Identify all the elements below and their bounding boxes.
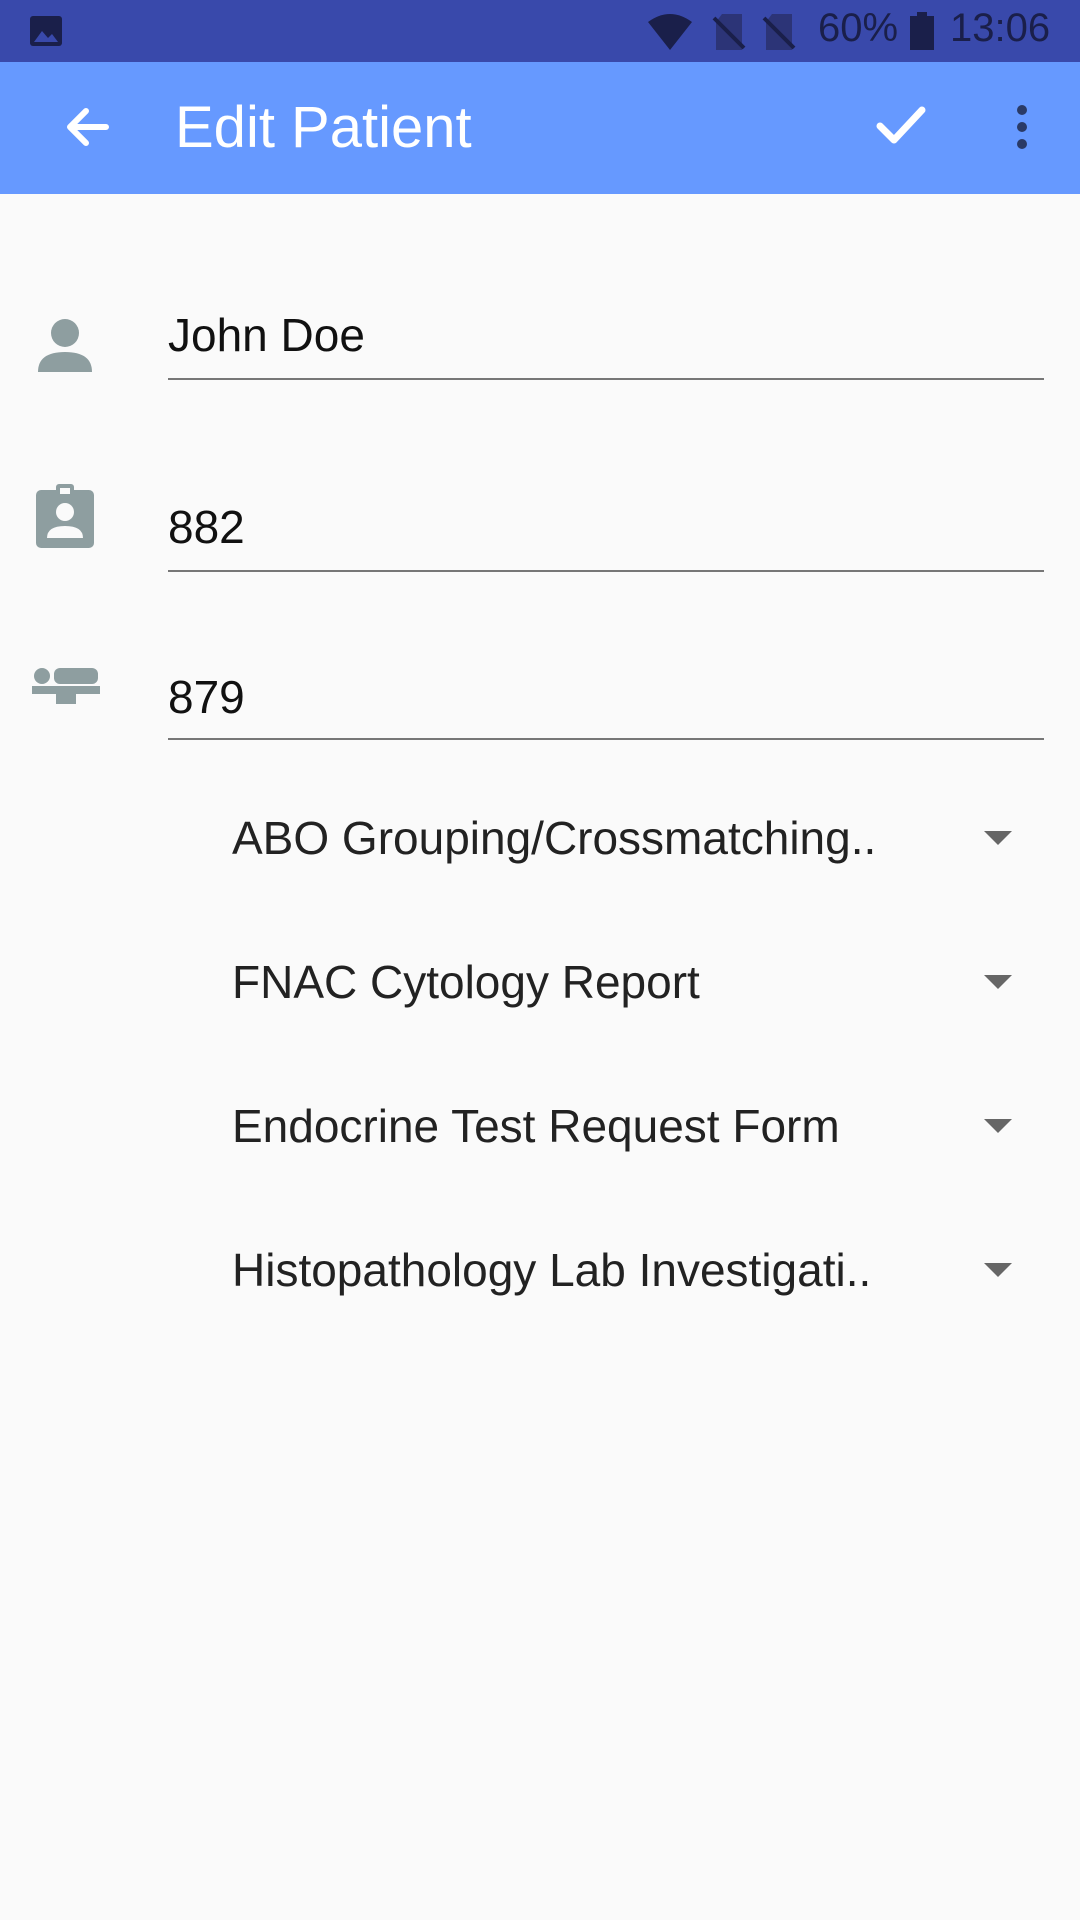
patient-id-input[interactable] [168, 500, 1044, 554]
form-spinner-abo[interactable]: ABO Grouping/Crossmatching.. [232, 788, 1022, 888]
dropdown-arrow-icon [984, 975, 1012, 989]
more-options-icon[interactable] [1000, 98, 1044, 160]
save-check-icon[interactable] [870, 94, 932, 156]
bed-number-field[interactable] [168, 670, 1044, 740]
person-icon [38, 319, 92, 372]
spinner-label: Histopathology Lab Investigati.. [232, 1244, 872, 1296]
no-sim-icon [712, 14, 746, 50]
app-bar: Edit Patient [0, 62, 1080, 194]
battery-percent: 60% [818, 6, 899, 50]
form-spinner-histopathology[interactable]: Histopathology Lab Investigati.. [232, 1220, 1022, 1320]
patient-id-field[interactable] [168, 500, 1044, 572]
name-input[interactable] [168, 308, 1044, 362]
form-spinner-fnac[interactable]: FNAC Cytology Report [232, 932, 1022, 1032]
gallery-notification-icon [30, 16, 62, 46]
spinner-label: Endocrine Test Request Form [232, 1100, 840, 1152]
form-spinner-endocrine[interactable]: Endocrine Test Request Form [232, 1076, 1022, 1176]
back-arrow-icon[interactable] [58, 96, 120, 158]
status-bar: 60% 13:06 [0, 0, 1080, 62]
spinner-label: FNAC Cytology Report [232, 956, 700, 1008]
dropdown-arrow-icon [984, 1263, 1012, 1277]
bed-number-input[interactable] [168, 670, 1044, 724]
battery-icon [910, 12, 934, 50]
page-title: Edit Patient [175, 95, 472, 160]
spinner-label: ABO Grouping/Crossmatching.. [232, 812, 877, 864]
id-badge-icon [36, 484, 94, 548]
wifi-icon [648, 14, 692, 50]
hotel-bed-icon [32, 668, 100, 704]
clock: 13:06 [950, 6, 1051, 50]
no-sim-icon-2 [762, 14, 796, 50]
dropdown-arrow-icon [984, 1119, 1012, 1133]
name-field[interactable] [168, 308, 1044, 380]
dropdown-arrow-icon [984, 831, 1012, 845]
